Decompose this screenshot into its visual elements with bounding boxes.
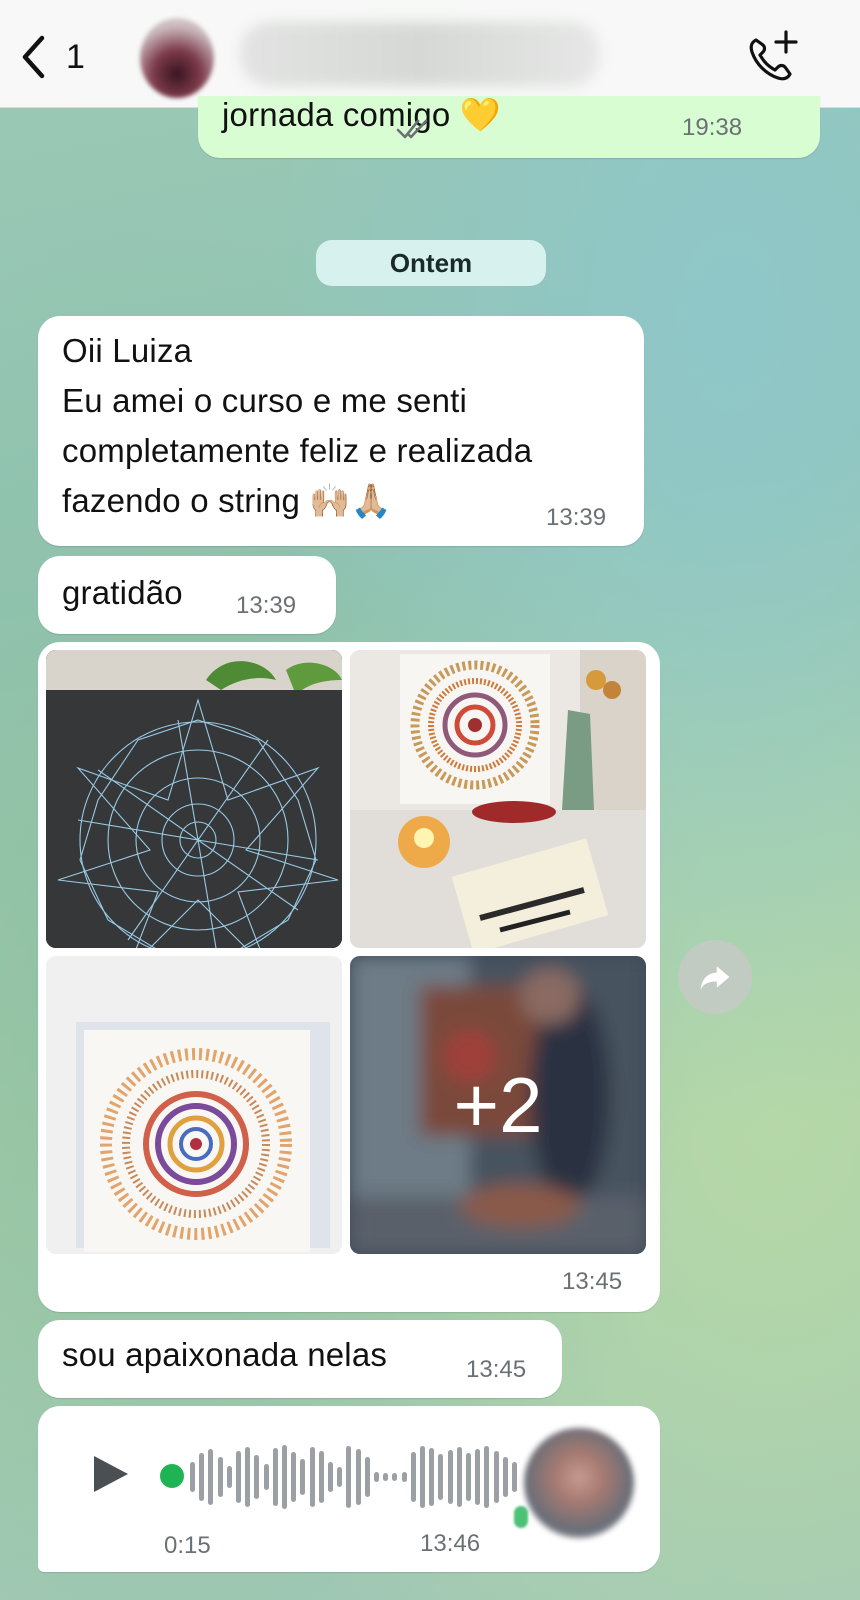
waveform-bar (456, 1447, 462, 1507)
waveform-bar (420, 1446, 425, 1508)
album-photo[interactable] (46, 956, 342, 1254)
waveform-bar (355, 1449, 361, 1505)
waveform-bar (410, 1452, 416, 1502)
message-line: fazendo o string 🙌🏼🙏🏼 (62, 482, 392, 519)
altar-image (350, 650, 646, 948)
forward-icon (700, 966, 730, 990)
waveform-bar (512, 1462, 517, 1492)
message-text: sou apaixonada nelas (62, 1336, 388, 1373)
waveform-bar (493, 1451, 499, 1503)
incoming-message[interactable]: Oii Luiza Eu amei o curso e me senti com… (38, 316, 644, 546)
waveform-bar (272, 1448, 278, 1506)
incoming-message[interactable]: gratidão 13:39 (38, 556, 336, 634)
photo-album-message[interactable]: +2 13:45 (38, 642, 660, 1312)
waveform-bar (245, 1447, 251, 1507)
message-line: completamente feliz e realizada (62, 432, 533, 469)
audio-waveform[interactable] (190, 1442, 530, 1512)
voice-message[interactable]: 0:15 13:46 (38, 1406, 660, 1572)
contact-name[interactable] (240, 22, 600, 86)
play-icon (94, 1456, 128, 1492)
waveform-bar (475, 1449, 481, 1505)
waveform-bar (236, 1451, 241, 1503)
waveform-bar (309, 1447, 315, 1507)
playback-position-dot[interactable] (160, 1464, 184, 1488)
microphone-icon (514, 1506, 528, 1528)
waveform-bar (364, 1457, 370, 1497)
play-button[interactable] (88, 1452, 132, 1496)
message-text: jornada comigo 💛 (222, 96, 502, 133)
incoming-message[interactable]: sou apaixonada nelas 13:45 (38, 1320, 562, 1398)
waveform-bar (484, 1446, 490, 1508)
waveform-bar (254, 1455, 260, 1499)
waveform-bar (208, 1449, 214, 1505)
forward-button[interactable] (678, 940, 752, 1014)
waveform-bar (226, 1466, 232, 1488)
back-button[interactable]: 1 (20, 32, 100, 82)
waveform-bar (466, 1453, 471, 1501)
message-time: 13:39 (546, 504, 607, 531)
waveform-bar (282, 1445, 287, 1509)
waveform-bar (190, 1462, 195, 1492)
album-photo[interactable] (46, 650, 342, 948)
album-photo-more[interactable]: +2 (350, 956, 646, 1254)
string-art-image (46, 956, 342, 1254)
message-time: 13:46 (420, 1530, 481, 1557)
voice-duration: 0:15 (164, 1532, 211, 1559)
more-photos-count: +2 (453, 1060, 543, 1149)
chevron-left-icon (22, 35, 45, 79)
message-time: 19:38 (682, 114, 743, 141)
unread-count: 1 (66, 37, 85, 76)
message-text: gratidão (62, 574, 183, 611)
message-time: 13:45 (466, 1356, 527, 1383)
add-call-button[interactable] (742, 28, 802, 88)
message-time: 13:39 (236, 592, 297, 619)
date-separator: Ontem (316, 240, 546, 286)
message-line: Eu amei o curso e me senti (62, 382, 468, 419)
add-call-icon (749, 30, 798, 81)
waveform-bar (374, 1472, 379, 1482)
message-text: Oii Luiza Eu amei o curso e me senti com… (62, 326, 532, 526)
waveform-bar (318, 1451, 324, 1503)
waveform-bar (328, 1462, 333, 1492)
waveform-bar (346, 1446, 352, 1508)
message-time: 13:45 (562, 1268, 623, 1295)
contact-avatar[interactable] (140, 18, 214, 98)
waveform-bar (392, 1473, 398, 1481)
waveform-bar (337, 1467, 343, 1487)
waveform-bar (401, 1472, 407, 1482)
waveform-bar (383, 1473, 389, 1481)
double-check-icon (396, 119, 428, 139)
waveform-bar (502, 1457, 508, 1497)
waveform-bar (263, 1464, 269, 1490)
waveform-bar (429, 1448, 435, 1506)
message-line: Oii Luiza (62, 332, 193, 369)
waveform-bar (217, 1457, 223, 1497)
waveform-bar (291, 1452, 297, 1502)
sender-avatar[interactable] (524, 1428, 634, 1538)
waveform-bar (300, 1459, 306, 1495)
string-art-image (46, 650, 342, 948)
waveform-bar (447, 1450, 453, 1504)
waveform-bar (438, 1454, 444, 1500)
waveform-bar (199, 1453, 205, 1501)
outgoing-message[interactable]: jornada comigo 💛 19:38 (198, 96, 820, 158)
album-photo[interactable] (350, 650, 646, 948)
